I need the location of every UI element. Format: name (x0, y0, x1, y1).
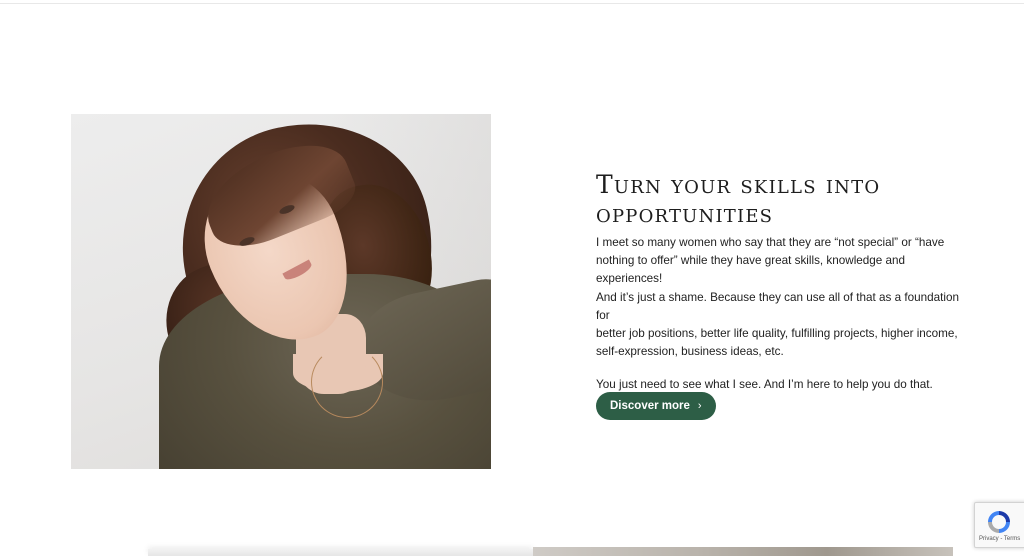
chevron-right-icon: › (697, 400, 702, 412)
next-section-image (533, 547, 953, 556)
header-divider (0, 0, 1024, 4)
page: Turn your skills into opportunities I me… (0, 0, 1024, 556)
discover-more-button[interactable]: Discover more › (596, 392, 716, 420)
portrait-photo (71, 114, 491, 469)
recaptcha-links[interactable]: Privacy - Terms (979, 536, 1020, 542)
recaptcha-icon (988, 511, 1010, 533)
intro-text-block: Turn your skills into opportunities I me… (596, 170, 966, 395)
discover-more-label: Discover more (610, 400, 690, 412)
section-heading: Turn your skills into opportunities (596, 170, 881, 228)
intro-paragraph: I meet so many women who say that they a… (596, 236, 959, 359)
next-section-card (148, 549, 533, 556)
recaptcha-badge[interactable]: Privacy - Terms (974, 502, 1024, 548)
